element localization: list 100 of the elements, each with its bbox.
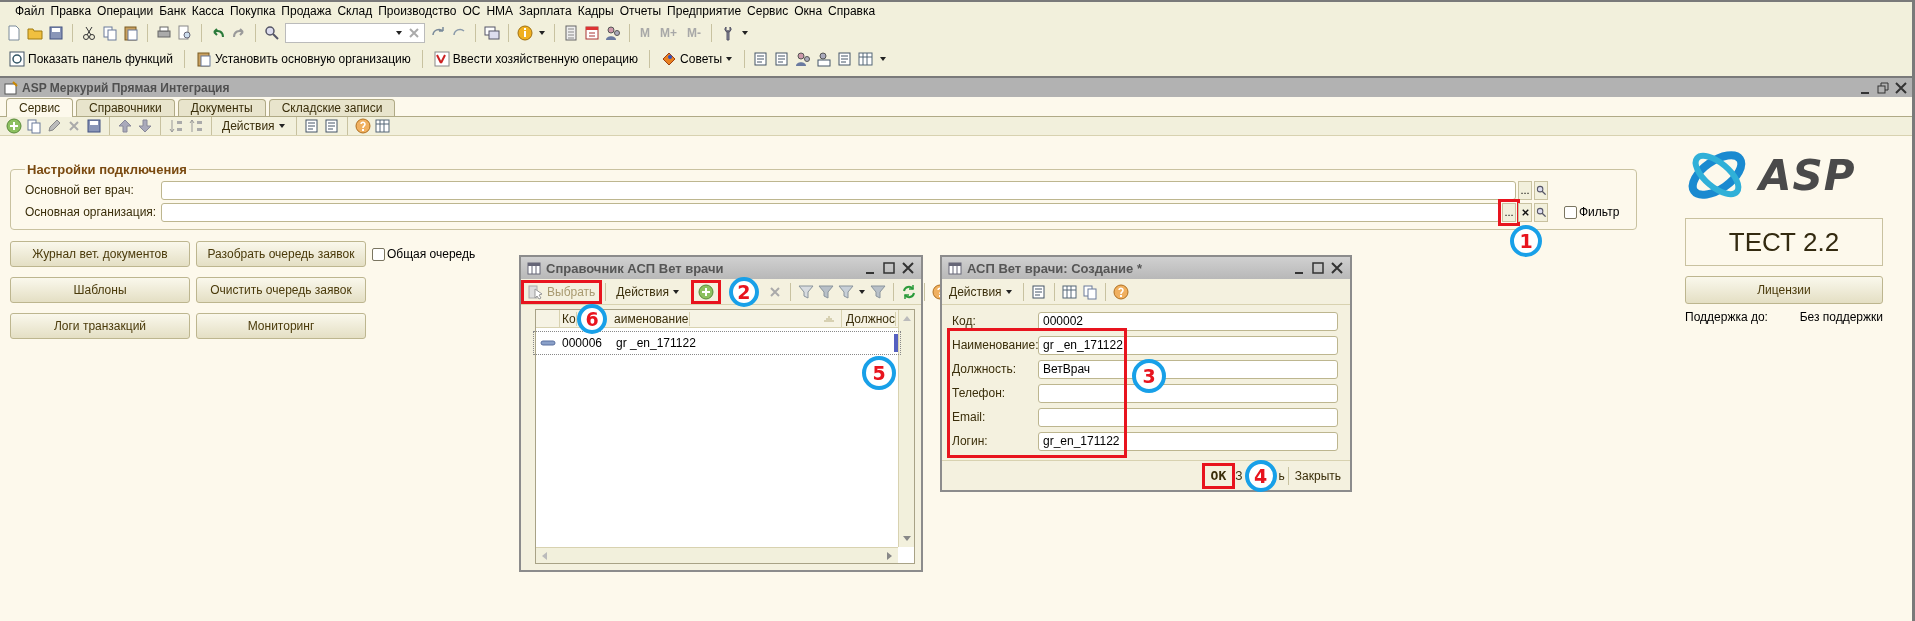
copy-icon[interactable]	[26, 118, 42, 134]
input-field[interactable]	[1038, 383, 1338, 403]
sort-descending-icon[interactable]	[188, 118, 204, 134]
menu-item[interactable]: Производство	[375, 4, 460, 18]
open-button[interactable]	[1534, 202, 1548, 222]
filter-settings-icon[interactable]	[797, 283, 814, 300]
menu-item[interactable]: Справка	[825, 4, 879, 18]
table-settings-icon[interactable]	[374, 118, 391, 134]
menu-item[interactable]: Операции	[94, 4, 157, 18]
caret-icon[interactable]	[741, 29, 749, 37]
search-icon[interactable]	[1535, 184, 1547, 196]
add-circle-icon[interactable]	[6, 118, 22, 134]
action-button[interactable]: Шаблоны	[10, 277, 190, 303]
column-header[interactable]: Ко	[562, 311, 577, 326]
search-field[interactable]	[285, 23, 425, 43]
action-button[interactable]: Разобрать очередь заявок	[196, 241, 366, 267]
users-icon[interactable]	[605, 25, 621, 41]
close-icon[interactable]	[901, 261, 915, 275]
tab[interactable]: Справочники	[76, 99, 175, 116]
windows-icon[interactable]	[484, 25, 500, 41]
close-icon[interactable]	[1330, 261, 1344, 275]
column-header[interactable]: аименование	[614, 311, 690, 326]
close-icon[interactable]	[1894, 80, 1908, 95]
export-icon[interactable]	[323, 118, 340, 134]
sum-report-icon[interactable]	[753, 51, 770, 67]
caret-icon[interactable]	[277, 122, 286, 130]
vertical-scrollbar[interactable]	[898, 310, 914, 547]
save-button[interactable]: З	[1235, 468, 1243, 483]
maximize-icon[interactable]	[1311, 261, 1325, 275]
menu-item[interactable]: НМА	[483, 4, 517, 18]
menu-item[interactable]: Отчеты	[616, 4, 665, 18]
scroll-right-icon[interactable]	[886, 550, 894, 561]
menu-item[interactable]: Зарплата	[516, 4, 575, 18]
add-icon[interactable]	[697, 283, 714, 300]
close-button[interactable]: Закрыть	[1291, 468, 1344, 483]
page-magnifier-icon[interactable]	[177, 25, 193, 41]
help-icon[interactable]	[354, 118, 371, 134]
save-icon[interactable]	[86, 118, 102, 134]
down-arrow-icon[interactable]	[137, 118, 153, 134]
action-button[interactable]: Журнал вет. документов	[10, 241, 190, 267]
save-icon[interactable]	[48, 25, 64, 41]
info-icon[interactable]	[517, 25, 533, 41]
copy-icon[interactable]	[1081, 283, 1098, 300]
caret-icon[interactable]	[1004, 287, 1013, 296]
toolbar-button[interactable]: Советы	[658, 51, 737, 67]
tab[interactable]: Складские записи	[268, 99, 396, 116]
actions-menu[interactable]: Действия	[946, 284, 1016, 299]
scroll-down-icon[interactable]	[901, 535, 912, 543]
users-icon[interactable]	[795, 51, 812, 67]
input-field[interactable]: gr _en_171122	[1038, 335, 1338, 355]
panel-magnifier-icon[interactable]	[9, 51, 25, 67]
copy-icon[interactable]	[102, 25, 118, 41]
menu-item[interactable]: Касса	[188, 4, 227, 18]
menu-item[interactable]: ОС	[459, 4, 484, 18]
checkbox[interactable]	[372, 247, 385, 261]
choose-button[interactable]: ...	[1518, 180, 1532, 200]
post-document-icon[interactable]	[1030, 283, 1047, 300]
filter-icon[interactable]	[817, 283, 834, 300]
users-report-icon[interactable]	[816, 51, 833, 67]
action-button[interactable]: Очистить очередь заявок	[196, 277, 366, 303]
open-button[interactable]	[1534, 180, 1548, 200]
refresh-form-icon[interactable]	[1061, 283, 1078, 300]
clear-button[interactable]	[1518, 202, 1532, 222]
action-button[interactable]: Логи транзакций	[10, 313, 190, 339]
checkbox[interactable]	[1564, 205, 1577, 219]
action-button[interactable]: Мониторинг	[196, 313, 366, 339]
restore-icon[interactable]	[1876, 80, 1890, 95]
menu-item[interactable]: Файл	[12, 4, 48, 18]
calculator-icon[interactable]	[563, 25, 579, 41]
caret-icon[interactable]	[671, 287, 680, 296]
scissors-icon[interactable]	[81, 25, 97, 41]
input-field[interactable]: gr_en_171122	[1038, 431, 1338, 451]
menu-item[interactable]: Продажа	[278, 4, 335, 18]
menu-item[interactable]: Покупка	[227, 4, 279, 18]
input-field[interactable]	[161, 180, 1516, 200]
folder-icon[interactable]	[27, 25, 43, 41]
toolbar-button[interactable]: Установить основную организацию	[192, 51, 414, 67]
tab[interactable]: Сервис	[6, 98, 74, 117]
caret-icon[interactable]	[879, 55, 888, 63]
menu-item[interactable]: Кадры	[574, 4, 617, 18]
horizontal-scrollbar[interactable]	[536, 547, 898, 563]
input-field[interactable]: 000002	[1038, 311, 1338, 331]
caret-icon[interactable]	[395, 29, 403, 37]
toolbar-button[interactable]: Показать панель функций	[6, 51, 176, 67]
clipboard-icon[interactable]	[195, 51, 212, 67]
tab[interactable]: Документы	[177, 99, 266, 116]
ledger-icon[interactable]	[433, 51, 450, 67]
actions-menu[interactable]: Действия	[219, 119, 289, 133]
caret-icon[interactable]	[857, 287, 866, 296]
refresh-icon[interactable]	[900, 283, 917, 300]
licenses-button[interactable]: Лицензии	[1685, 276, 1883, 304]
input-field[interactable]	[1038, 407, 1338, 427]
menu-item[interactable]: Предприятие	[664, 4, 745, 18]
menu-item[interactable]: Правка	[47, 4, 95, 18]
actions-menu[interactable]: Действия	[613, 284, 683, 299]
search-icon[interactable]	[1535, 206, 1547, 218]
toolbar-button[interactable]: Ввести хозяйственную операцию	[430, 51, 642, 67]
tips-book-icon[interactable]	[661, 51, 678, 67]
save-button[interactable]: ь	[1278, 468, 1285, 483]
calendar-icon[interactable]	[584, 25, 600, 41]
